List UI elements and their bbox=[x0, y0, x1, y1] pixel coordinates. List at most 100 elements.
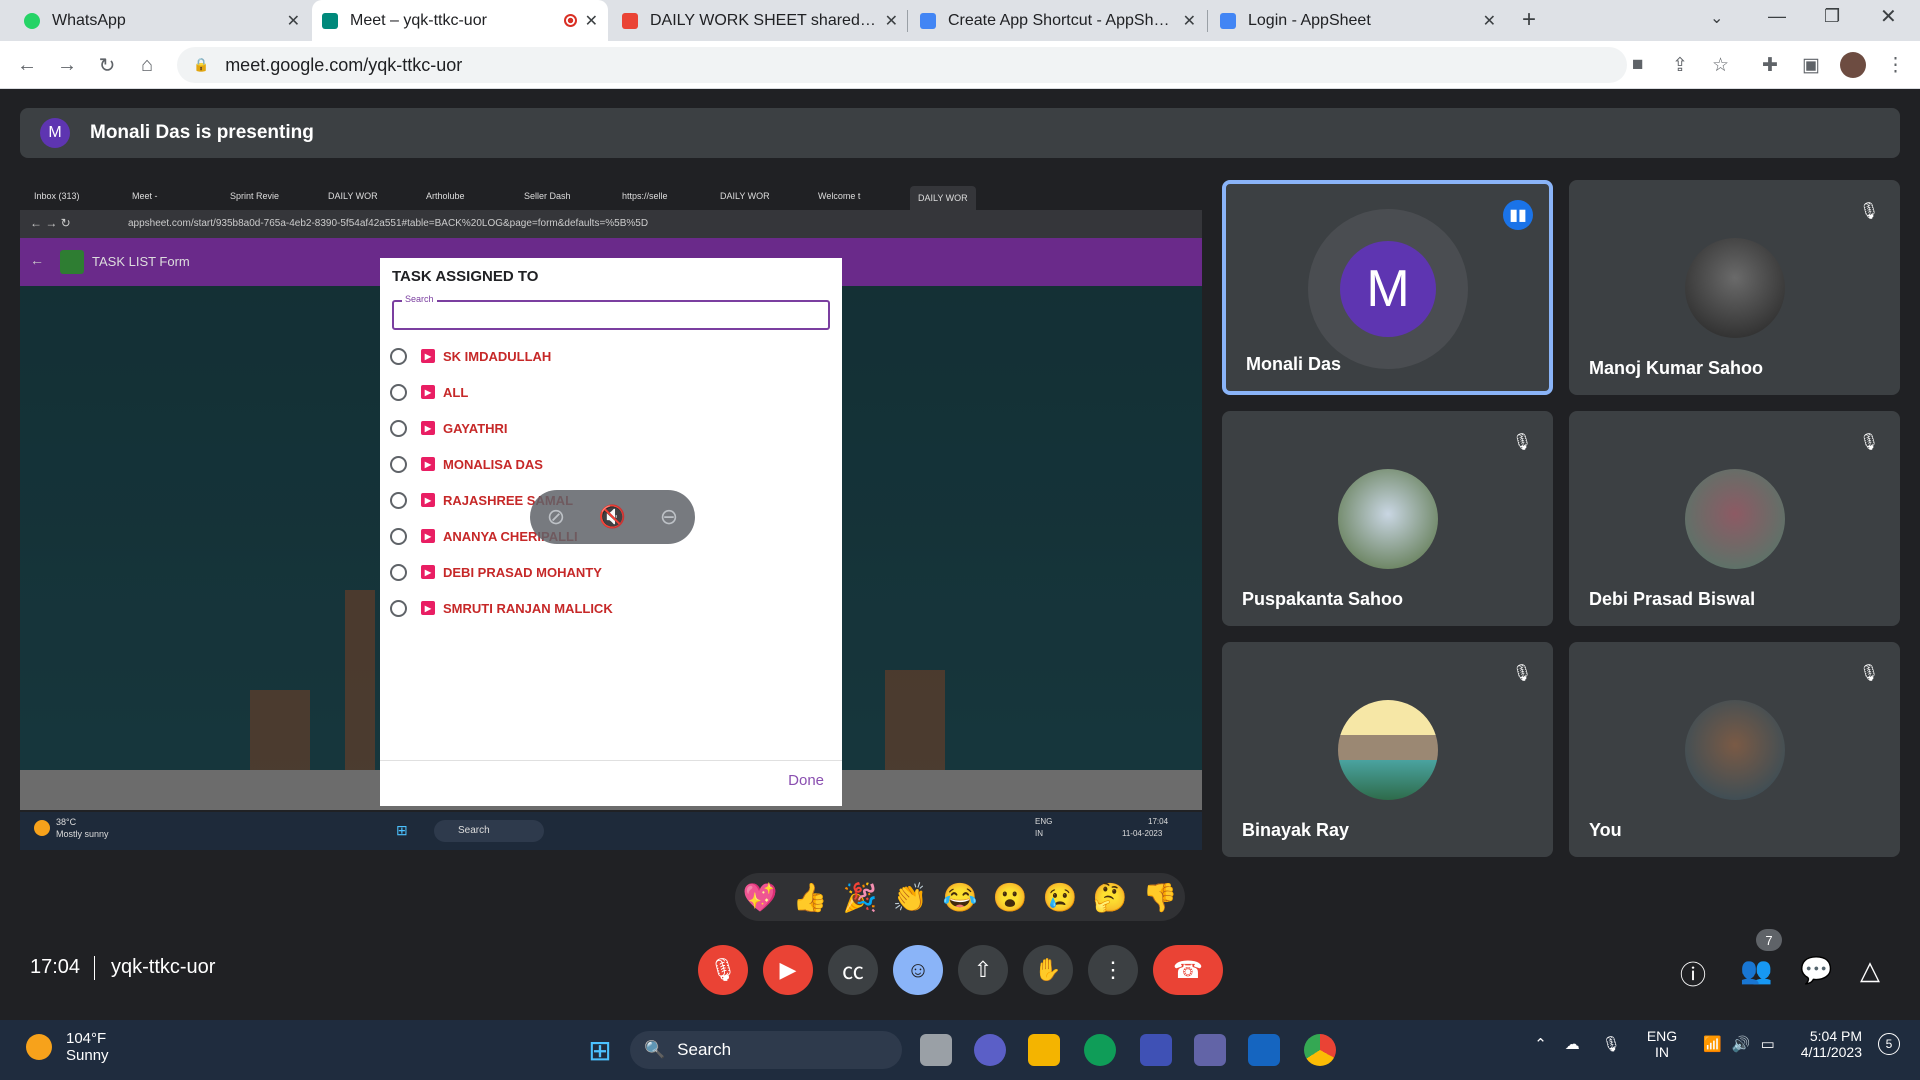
reactions-button[interactable]: ☺ bbox=[893, 945, 943, 995]
option-sk-imdadullah[interactable]: ▶ SK IMDADULLAH bbox=[390, 338, 551, 374]
remove-icon[interactable]: ⊖ bbox=[660, 504, 678, 530]
chevron-up-icon[interactable]: ⌃ bbox=[1534, 1035, 1547, 1053]
share-icon[interactable]: ⇪ bbox=[1672, 54, 1688, 77]
pin-off-icon[interactable]: ⊘ bbox=[547, 504, 565, 530]
chrome-icon[interactable] bbox=[1304, 1034, 1336, 1066]
participant-tile[interactable]: M ▮▮ Monali Das bbox=[1222, 180, 1553, 395]
restore-icon[interactable]: ❐ bbox=[1824, 6, 1840, 27]
reaction-thumbs-down[interactable]: 👎 bbox=[1143, 881, 1178, 914]
app-icon[interactable] bbox=[1248, 1034, 1280, 1066]
weather-widget[interactable]: 104°F Sunny bbox=[26, 1030, 109, 1064]
file-explorer-icon[interactable] bbox=[1028, 1034, 1060, 1066]
participant-tile[interactable]: 🎙 Puspakanta Sahoo bbox=[1222, 411, 1553, 626]
sun-icon bbox=[26, 1034, 52, 1060]
activities-icon[interactable]: △ bbox=[1860, 955, 1880, 986]
minimize-icon[interactable]: — bbox=[1768, 6, 1786, 27]
radio-icon[interactable] bbox=[390, 419, 407, 437]
leave-call-button[interactable]: ☎ bbox=[1153, 945, 1223, 995]
app-icon[interactable] bbox=[1140, 1034, 1172, 1066]
participant-tile[interactable]: 🎙 You bbox=[1569, 642, 1900, 857]
done-button[interactable]: Done bbox=[788, 772, 824, 789]
more-options-button[interactable]: ⋮ bbox=[1088, 945, 1138, 995]
radio-icon[interactable] bbox=[390, 491, 407, 509]
option-smruti-ranjan-mallick[interactable]: ▶ SMRUTI RANJAN MALLICK bbox=[390, 590, 613, 626]
mute-speaker-icon[interactable]: 🔇 bbox=[599, 504, 626, 530]
close-icon[interactable]: ✕ bbox=[885, 11, 898, 31]
reaction-clap[interactable]: 👏 bbox=[893, 881, 928, 914]
close-icon[interactable]: ✕ bbox=[1183, 11, 1196, 31]
present-button[interactable]: ⇧ bbox=[958, 945, 1008, 995]
captions-button[interactable]: ㏄ bbox=[828, 945, 878, 995]
tab-daily-work-sheet[interactable]: DAILY WORK SHEET shared by m ✕ bbox=[612, 0, 908, 41]
option-monalisa-das[interactable]: ▶ MONALISA DAS bbox=[390, 446, 543, 482]
tab-search-icon[interactable]: ⌄ bbox=[1710, 8, 1723, 28]
extensions-icon[interactable]: ✚ bbox=[1762, 54, 1778, 77]
presentation-overlay-controls: ⊘ 🔇 ⊖ bbox=[530, 490, 695, 544]
back-icon[interactable]: ← bbox=[12, 50, 42, 80]
taskbar-search[interactable]: 🔍 Search bbox=[630, 1031, 902, 1069]
reaction-thumbs-up[interactable]: 👍 bbox=[793, 881, 828, 914]
tab-login-appsheet[interactable]: Login - AppSheet ✕ bbox=[1210, 0, 1506, 41]
teams-chat-icon[interactable] bbox=[974, 1034, 1006, 1066]
search-input[interactable]: Search bbox=[392, 294, 830, 330]
participant-tile[interactable]: 🎙 Binayak Ray bbox=[1222, 642, 1553, 857]
avatar: M bbox=[1340, 241, 1436, 337]
notification-badge[interactable]: 5 bbox=[1878, 1033, 1900, 1055]
tab-create-app-shortcut[interactable]: Create App Shortcut - AppSheet ✕ bbox=[910, 0, 1206, 41]
radio-icon[interactable] bbox=[390, 347, 407, 365]
radio-icon[interactable] bbox=[390, 599, 407, 617]
people-icon[interactable]: 👥 bbox=[1740, 955, 1772, 986]
option-gayathri[interactable]: ▶ GAYATHRI bbox=[390, 410, 508, 446]
onedrive-icon[interactable]: ☁ bbox=[1565, 1035, 1580, 1053]
camera-icon[interactable]: ■ bbox=[1632, 54, 1643, 76]
reaction-party[interactable]: 🎉 bbox=[843, 881, 878, 914]
profile-avatar[interactable] bbox=[1840, 52, 1866, 78]
lock-icon: 🔒 bbox=[193, 57, 210, 72]
windows-start-icon[interactable]: ⊞ bbox=[584, 1034, 616, 1066]
more-options-icon[interactable]: ⋮ bbox=[1886, 54, 1905, 77]
edge-icon[interactable] bbox=[1084, 1034, 1116, 1066]
new-tab-button[interactable]: + bbox=[1514, 6, 1544, 36]
tag-icon: ▶ bbox=[421, 457, 435, 471]
app-icon[interactable] bbox=[1194, 1034, 1226, 1066]
radio-icon[interactable] bbox=[390, 527, 407, 545]
radio-icon[interactable] bbox=[390, 455, 407, 473]
participant-tile[interactable]: 🎙 Debi Prasad Biswal bbox=[1569, 411, 1900, 626]
option-all[interactable]: ▶ ALL bbox=[390, 374, 468, 410]
close-icon[interactable]: ✕ bbox=[585, 11, 598, 31]
window-close-icon[interactable]: ✕ bbox=[1880, 4, 1897, 29]
reaction-laugh[interactable]: 😂 bbox=[943, 881, 978, 914]
presenter-avatar: M bbox=[40, 118, 70, 148]
weather-text: Sunny bbox=[66, 1047, 109, 1064]
participant-name: You bbox=[1589, 820, 1622, 840]
radio-icon[interactable] bbox=[390, 563, 407, 581]
participant-tile[interactable]: 🎙 Manoj Kumar Sahoo bbox=[1569, 180, 1900, 395]
option-debi-prasad-mohanty[interactable]: ▶ DEBI PRASAD MOHANTY bbox=[390, 554, 602, 590]
meeting-info-icon[interactable]: ⓘ bbox=[1680, 955, 1706, 992]
task-view-icon[interactable] bbox=[920, 1034, 952, 1066]
reaction-thinking[interactable]: 🤔 bbox=[1093, 881, 1128, 914]
close-icon[interactable]: ✕ bbox=[1483, 11, 1496, 31]
forward-icon[interactable]: → bbox=[52, 50, 82, 80]
raise-hand-button[interactable]: ✋ bbox=[1023, 945, 1073, 995]
bookmark-star-icon[interactable]: ☆ bbox=[1712, 54, 1729, 77]
reload-icon[interactable]: ↻ bbox=[92, 50, 122, 80]
address-bar[interactable]: 🔒 meet.google.com/yqk-ttkc-uor bbox=[177, 47, 1627, 83]
side-panel-icon[interactable]: ▣ bbox=[1802, 54, 1820, 77]
home-icon[interactable]: ⌂ bbox=[132, 50, 162, 80]
close-icon[interactable]: ✕ bbox=[287, 11, 300, 31]
camera-off-button[interactable]: ▶ bbox=[763, 945, 813, 995]
radio-icon[interactable] bbox=[390, 383, 407, 401]
tab-meet[interactable]: Meet – yqk-ttkc-uor ✕ bbox=[312, 0, 608, 41]
microphone-icon[interactable]: 🎙 bbox=[1602, 1035, 1621, 1053]
mic-off-button[interactable]: 🎙 bbox=[698, 945, 748, 995]
reaction-sad[interactable]: 😢 bbox=[1043, 881, 1078, 914]
reaction-heart[interactable]: 💖 bbox=[743, 881, 778, 914]
reaction-surprised[interactable]: 😮 bbox=[993, 881, 1028, 914]
tab-title: Login - AppSheet bbox=[1248, 11, 1371, 29]
volume-icon[interactable]: 🔊 bbox=[1732, 1035, 1751, 1053]
chat-icon[interactable]: 💬 bbox=[1800, 955, 1832, 986]
wifi-icon[interactable]: 📶 bbox=[1703, 1035, 1722, 1053]
battery-icon[interactable]: ▭ bbox=[1761, 1035, 1775, 1053]
tab-whatsapp[interactable]: WhatsApp ✕ bbox=[14, 0, 310, 41]
